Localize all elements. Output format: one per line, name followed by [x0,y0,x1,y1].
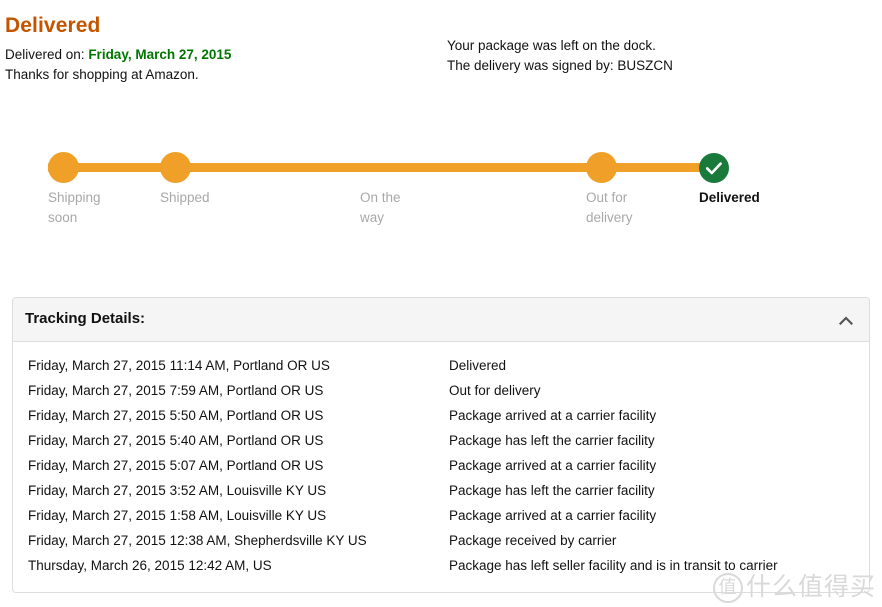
delivered-on-row: Delivered on: Friday, March 27, 2015 [5,46,231,63]
tracking-row-status: Package received by carrier [449,533,617,548]
table-row: Friday, March 27, 2015 11:14 AM, Portlan… [13,353,869,378]
progress-label-shipping-soon: Shipping soon [48,190,101,225]
chevron-up-icon [839,315,853,325]
tracking-row-status: Out for delivery [449,383,541,398]
tracking-row-timestamp: Friday, March 27, 2015 5:40 AM, Portland… [28,433,324,448]
tracking-row-timestamp: Friday, March 27, 2015 1:58 AM, Louisvil… [28,508,327,523]
progress-label-delivered: Delivered [699,190,760,205]
table-row: Friday, March 27, 2015 5:40 AM, Portland… [13,428,869,453]
watermark-text: 什么值得买 [745,572,876,601]
progress-bar [48,163,728,172]
table-row: Friday, March 27, 2015 5:07 AM, Portland… [13,453,869,478]
tracking-row-timestamp: Friday, March 27, 2015 3:52 AM, Louisvil… [28,483,327,498]
delivery-note: Your package was left on the dock. The d… [447,36,673,76]
delivery-summary-left: Delivered Delivered on: Friday, March 27… [5,14,231,83]
tracking-row-status: Package has left the carrier facility [449,483,655,498]
delivered-on-label: Delivered on: [5,47,85,62]
table-row: Friday, March 27, 2015 5:50 AM, Portland… [13,403,869,428]
tracking-details-title: Tracking Details: [25,310,146,327]
tracking-row-status: Package arrived at a carrier facility [449,458,657,473]
progress-node-out-for-delivery [586,152,617,183]
thanks-message: Thanks for shopping at Amazon. [5,67,199,82]
tracking-row-timestamp: Thursday, March 26, 2015 12:42 AM, US [28,558,272,573]
tracking-row-timestamp: Friday, March 27, 2015 5:50 AM, Portland… [28,408,324,423]
tracking-row-status: Package has left the carrier facility [449,433,655,448]
table-row: Friday, March 27, 2015 7:59 AM, Portland… [13,378,869,403]
watermark-logo: 值 [712,573,743,603]
progress-node-shipped [160,152,191,183]
shipment-progress-tracker: Shipping soon Shipped On the way Out for… [0,140,882,260]
table-row: Friday, March 27, 2015 1:58 AM, Louisvil… [13,503,869,528]
tracking-row-timestamp: Friday, March 27, 2015 11:14 AM, Portlan… [28,358,330,373]
delivery-note-line-2: The delivery was signed by: BUSZCN [447,58,673,73]
table-row: Friday, March 27, 2015 3:52 AM, Louisvil… [13,478,869,503]
tracking-row-status: Delivered [449,358,507,373]
tracking-details-card: Tracking Details: Friday, March 27, 2015… [12,297,870,593]
tracking-row-status: Package arrived at a carrier facility [449,508,657,523]
collapse-toggle-button[interactable] [835,309,857,331]
progress-label-out-for-delivery: Out for delivery [586,190,633,225]
tracking-row-status: Package has left seller facility and is … [449,558,778,573]
progress-label-shipped: Shipped [160,190,210,205]
table-row: Friday, March 27, 2015 12:38 AM, Shepher… [13,528,869,553]
delivery-note-line-1: Your package was left on the dock. [447,38,656,53]
watermark: 值什么值得买 [712,572,876,603]
tracking-row-timestamp: Friday, March 27, 2015 5:07 AM, Portland… [28,458,324,473]
progress-node-delivered [699,153,729,183]
tracking-row-status: Package arrived at a carrier facility [449,408,657,423]
delivered-on-date: Friday, March 27, 2015 [88,47,232,62]
progress-node-shipping-soon [48,152,79,183]
delivery-summary: Delivered Delivered on: Friday, March 27… [0,14,882,104]
tracking-row-timestamp: Friday, March 27, 2015 12:38 AM, Shepher… [28,533,367,548]
progress-label-on-the-way: On the way [360,190,401,225]
tracking-details-body: Friday, March 27, 2015 11:14 AM, Portlan… [13,342,869,592]
check-icon [705,162,722,175]
page-title: Delivered [5,14,101,37]
tracking-row-timestamp: Friday, March 27, 2015 7:59 AM, Portland… [28,383,324,398]
tracking-details-header[interactable]: Tracking Details: [13,298,869,342]
